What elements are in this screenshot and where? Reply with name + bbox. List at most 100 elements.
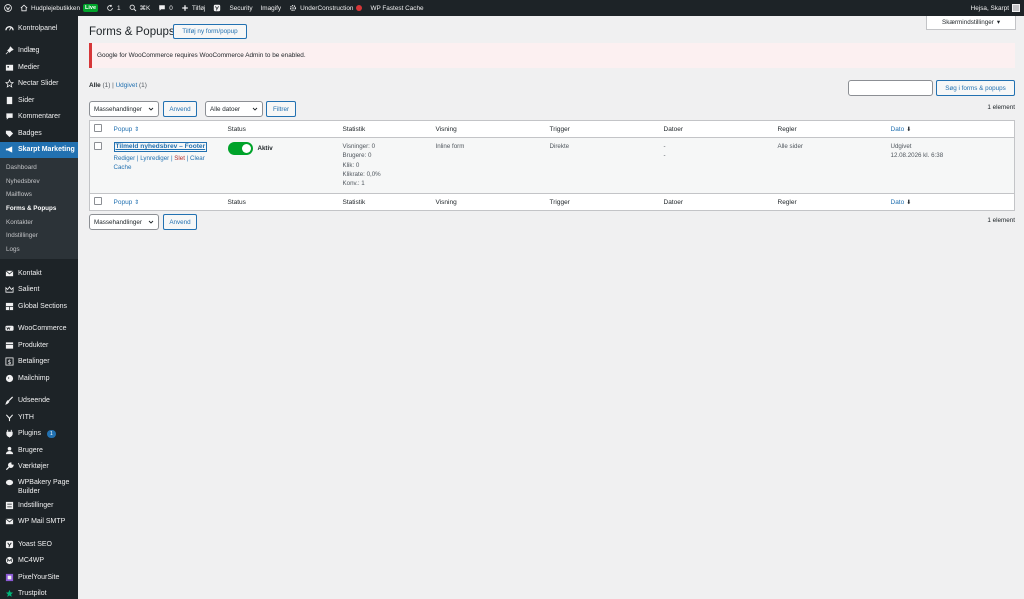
menu-label: Kommentarer [18, 113, 61, 121]
menu-tools[interactable]: Værktøjer [0, 459, 78, 476]
add-new-button[interactable]: Tilføj ny form/popup [173, 24, 247, 39]
imagify-label: Imagify [260, 4, 282, 12]
comments-menu[interactable]: 0 [154, 0, 177, 16]
status-toggle[interactable]: Aktiv [227, 142, 273, 155]
menu-woocommerce[interactable]: WooCommerce [0, 321, 78, 338]
menu-yith[interactable]: YITH [0, 409, 78, 426]
search-input[interactable] [848, 80, 933, 96]
menu-wpbakery[interactable]: WPBakery Page Builder [0, 475, 78, 497]
under-construction-menu[interactable]: UnderConstruction [285, 0, 366, 16]
menu-mc4wp[interactable]: MC4WP [0, 553, 78, 570]
paintbrush-icon [5, 396, 14, 406]
menu-dashboard[interactable]: Kontrolpanel [0, 20, 78, 37]
users-icon [5, 446, 14, 455]
account-menu[interactable]: Hejsa, Skarpt [971, 0, 1020, 16]
menu-payments[interactable]: $ Betalinger [0, 354, 78, 371]
apply-button-top[interactable]: Anvend [163, 101, 197, 117]
wordpress-icon [4, 4, 12, 12]
table-row: Tilmeld nyhedsbrev – Footer Rediger | Ly… [89, 137, 1015, 194]
quick-edit-link[interactable]: Lynrediger [140, 155, 169, 162]
yoast-menu[interactable] [209, 0, 225, 16]
row-title-link[interactable]: Tilmeld nyhedsbrev – Footer [113, 142, 208, 152]
main-content: Skærmindstillinger ▾ Forms & Popups Tilfø… [78, 16, 1024, 599]
menu-products[interactable]: Produkter [0, 337, 78, 354]
menu-users[interactable]: Brugere [0, 442, 78, 459]
view-all[interactable]: Alle [89, 82, 101, 89]
submenu-logs[interactable]: Logs [0, 243, 78, 257]
apply-button-bottom[interactable]: Anvend [163, 214, 197, 230]
menu-label: Plugins [18, 430, 41, 438]
cache-menu[interactable]: WP Fastest Cache [366, 0, 427, 16]
menu-plugins[interactable]: Plugins 1 [0, 426, 78, 443]
menu-yoast-seo[interactable]: Yoast SEO [0, 536, 78, 553]
submenu-contacts[interactable]: Kontakter [0, 215, 78, 229]
menu-wp-mail-smtp[interactable]: WP Mail SMTP [0, 514, 78, 531]
menu-media[interactable]: Medier [0, 59, 78, 76]
menu-nectar-slider[interactable]: Nectar Slider [0, 76, 78, 93]
col-display-footer: Visning [431, 193, 546, 211]
submenu-settings[interactable]: Indstillinger [0, 229, 78, 243]
submenu-dashboard[interactable]: Dashboard [0, 161, 78, 175]
edit-link[interactable]: Rediger [114, 155, 136, 162]
menu-label: Badges [18, 129, 42, 137]
site-name-menu[interactable]: Hudplejebutikken Live [16, 0, 102, 16]
wp-logo-menu[interactable] [0, 0, 16, 16]
updates-menu[interactable]: 1 [102, 0, 125, 16]
col-date-footer[interactable]: Dato ⬇ [886, 193, 1015, 211]
menu-mailchimp[interactable]: Mailchimp [0, 370, 78, 387]
menu-pages[interactable]: Sider [0, 92, 78, 109]
menu-badges[interactable]: Badges [0, 125, 78, 142]
submenu-forms-popups[interactable]: Forms & Popups [0, 202, 78, 216]
menu-label: Brugere [18, 446, 43, 454]
col-date-label[interactable]: Dato [891, 199, 905, 206]
new-content-menu[interactable]: Tilføj [177, 0, 210, 16]
submenu-newsletter[interactable]: Nyhedsbrev [0, 175, 78, 189]
submenu-mailflows[interactable]: Mailflows [0, 188, 78, 202]
col-popup-footer[interactable]: Popup ⇕ [109, 193, 224, 211]
col-date[interactable]: Dato ⬇ [886, 120, 1015, 138]
menu-posts[interactable]: Indlæg [0, 43, 78, 60]
menu-salient[interactable]: Salient [0, 282, 78, 299]
bulk-actions-select-top[interactable]: Massehandlinger [89, 101, 159, 117]
woocommerce-icon [5, 324, 14, 333]
menu-global-sections[interactable]: Global Sections [0, 298, 78, 315]
imagify-menu[interactable]: Imagify [257, 0, 286, 16]
items-count-bottom: 1 element [987, 217, 1015, 224]
menu-skarpt-marketing[interactable]: Skarpt Marketing [0, 141, 78, 158]
menu-appearance[interactable]: Udseende [0, 393, 78, 410]
sections-icon [5, 302, 14, 311]
select-all-checkbox[interactable] [94, 124, 102, 132]
site-name: Hudplejebutikken [31, 4, 81, 12]
bulk-actions-select-bottom[interactable]: Massehandlinger [89, 214, 159, 230]
filter-button[interactable]: Filtrer [266, 101, 296, 117]
comment-icon [5, 112, 14, 121]
updates-count: 1 [117, 4, 121, 12]
col-stats-footer: Statistik [338, 193, 432, 211]
cache-label: WP Fastest Cache [370, 4, 424, 12]
col-popup[interactable]: Popup ⇕ [109, 120, 224, 138]
select-all-checkbox-footer[interactable] [94, 197, 102, 205]
wpbakery-icon [5, 478, 14, 487]
delete-link[interactable]: Slet [174, 155, 185, 162]
security-menu[interactable]: Security [225, 0, 256, 16]
search-button[interactable]: Søg i forms & popups [936, 80, 1015, 96]
menu-settings[interactable]: Indstillinger [0, 497, 78, 514]
stat-conversions: Konv.: 1 [342, 180, 365, 188]
avatar [1012, 4, 1020, 12]
menu-label: Nectar Slider [18, 80, 59, 88]
col-popup-label[interactable]: Popup [114, 199, 133, 206]
row-checkbox[interactable] [94, 142, 102, 150]
col-date-label[interactable]: Dato [891, 126, 905, 133]
date-filter-select[interactable]: Alle datoer [205, 101, 263, 117]
command-search[interactable]: ⌘K [125, 0, 155, 16]
menu-trustpilot[interactable]: Trustpilot [0, 586, 78, 599]
toggle-switch[interactable] [227, 142, 253, 155]
command-shortcut: ⌘K [139, 5, 151, 12]
col-popup-label[interactable]: Popup [114, 126, 133, 133]
screen-options-button[interactable]: Skærmindstillinger ▾ [926, 16, 1016, 30]
menu-pixelyoursite[interactable]: PixelYourSite [0, 569, 78, 586]
cache-label: Cache [113, 164, 132, 171]
menu-contact[interactable]: Kontakt [0, 265, 78, 282]
view-published[interactable]: Udgivet [116, 82, 138, 89]
menu-comments[interactable]: Kommentarer [0, 109, 78, 126]
